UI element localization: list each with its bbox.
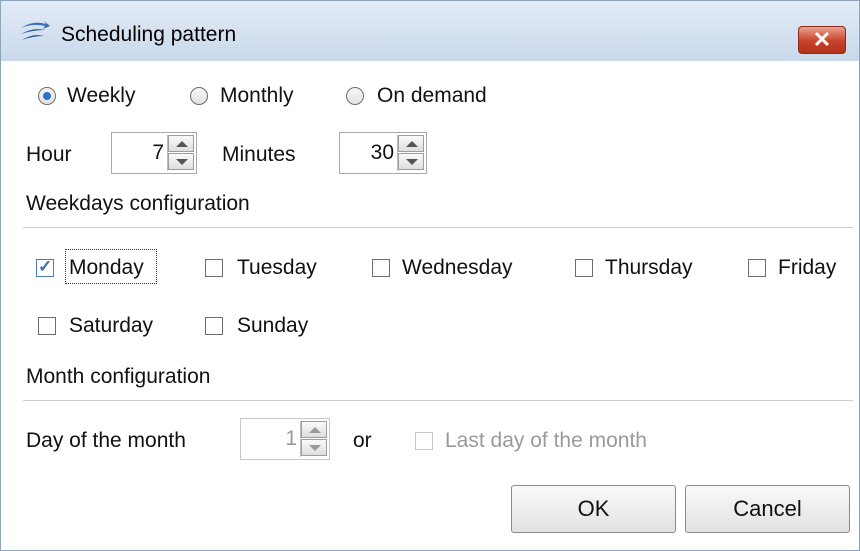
checkbox-thursday-box[interactable] — [575, 259, 593, 277]
minutes-decrement-button[interactable] — [398, 153, 424, 170]
checkbox-saturday-label[interactable]: Saturday — [69, 314, 153, 338]
checkmark-icon: ✓ — [38, 257, 53, 276]
hour-spinner-buttons — [167, 135, 194, 171]
radio-monthly-label[interactable]: Monthly — [220, 84, 294, 108]
radio-monthly-button[interactable] — [190, 87, 208, 105]
day-of-month-label: Day of the month — [26, 429, 186, 452]
minutes-spinner[interactable]: 30 — [339, 132, 427, 174]
hour-increment-button[interactable] — [168, 135, 194, 152]
checkbox-sunday-box[interactable] — [205, 317, 223, 335]
or-label: or — [353, 429, 372, 452]
day-increment-button[interactable] — [301, 421, 327, 438]
minutes-value[interactable]: 30 — [371, 141, 394, 165]
checkbox-wednesday-label[interactable]: Wednesday — [402, 256, 513, 280]
window-title: Scheduling pattern — [61, 23, 237, 46]
checkbox-last-day-box[interactable] — [415, 432, 433, 450]
app-logo-icon — [21, 21, 50, 40]
radio-weekly-label[interactable]: Weekly — [67, 84, 135, 108]
checkbox-wednesday-box[interactable] — [372, 259, 390, 277]
ok-button[interactable]: OK — [511, 485, 676, 533]
day-of-month-value[interactable]: 1 — [285, 427, 297, 451]
title-bar[interactable]: Scheduling pattern ✕ — [1, 1, 859, 61]
scheduling-dialog: Scheduling pattern ✕ Weekly Monthly On d… — [0, 0, 860, 551]
minutes-spinner-buttons — [397, 135, 424, 171]
cancel-button[interactable]: Cancel — [685, 485, 850, 533]
month-separator — [23, 400, 853, 401]
hour-value[interactable]: 7 — [152, 141, 164, 165]
checkbox-saturday-box[interactable] — [38, 317, 56, 335]
checkbox-tuesday-box[interactable] — [205, 259, 223, 277]
day-of-month-spinner[interactable]: 1 — [240, 418, 330, 460]
close-icon: ✕ — [812, 27, 832, 52]
checkbox-tuesday-label[interactable]: Tuesday — [237, 256, 317, 280]
checkbox-last-day-label[interactable]: Last day of the month — [445, 429, 647, 453]
hour-decrement-button[interactable] — [168, 153, 194, 170]
day-decrement-button[interactable] — [301, 439, 327, 456]
checkbox-monday-box[interactable]: ✓ — [36, 257, 54, 277]
checkbox-monday-label[interactable]: Monday — [69, 256, 144, 280]
hour-spinner[interactable]: 7 — [111, 132, 197, 174]
minutes-increment-button[interactable] — [398, 135, 424, 152]
weekdays-section-label: Weekdays configuration — [26, 192, 250, 215]
radio-on-demand-label[interactable]: On demand — [377, 84, 487, 108]
radio-on-demand-button[interactable] — [346, 87, 364, 105]
dialog-content: Weekly Monthly On demand Hour 7 Minutes … — [1, 61, 859, 550]
minutes-label: Minutes — [222, 143, 296, 166]
hour-label: Hour — [26, 143, 72, 166]
checkbox-thursday-label[interactable]: Thursday — [605, 256, 693, 280]
radio-weekly-button[interactable] — [38, 87, 56, 105]
month-section-label: Month configuration — [26, 365, 211, 388]
close-button[interactable]: ✕ — [798, 26, 846, 54]
weekdays-separator — [23, 227, 853, 228]
checkbox-sunday-label[interactable]: Sunday — [237, 314, 308, 338]
checkbox-friday-label[interactable]: Friday — [778, 256, 836, 280]
checkbox-friday-box[interactable] — [748, 259, 766, 277]
day-spinner-buttons — [300, 421, 327, 457]
